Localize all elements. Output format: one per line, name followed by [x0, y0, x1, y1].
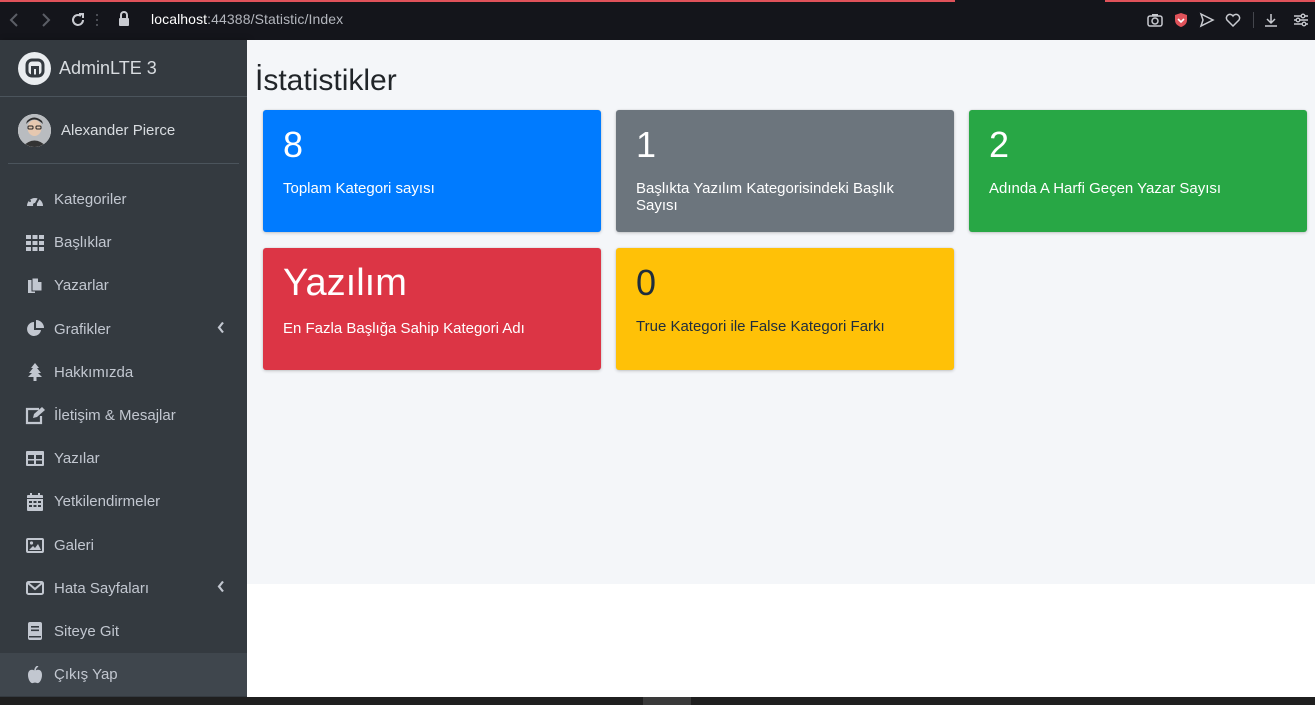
calendar-icon — [24, 492, 46, 512]
lock-icon[interactable] — [118, 11, 134, 29]
shield-icon[interactable] — [1172, 11, 1190, 29]
sidebar-item-iletisim[interactable]: İletişim & Mesajlar — [0, 394, 247, 437]
stat-box-category-diff: 0 True Kategori ile False Kategori Farkı — [616, 248, 954, 370]
stat-label: True Kategori ile False Kategori Farkı — [636, 317, 885, 335]
stat-box-top-category: Yazılım En Fazla Başlığa Sahip Kategori … — [263, 248, 601, 370]
content-footer-area — [247, 584, 1315, 697]
loading-indicator — [0, 0, 1315, 2]
back-icon[interactable] — [4, 10, 24, 30]
separator-dots — [92, 10, 102, 30]
book-icon — [24, 621, 46, 641]
reload-icon[interactable] — [68, 10, 88, 30]
sidebar-item-label: Siteye Git — [54, 622, 120, 640]
sidebar-item-yazarlar[interactable]: Yazarlar — [0, 264, 247, 307]
toolbar-divider — [1250, 11, 1256, 29]
apple-icon — [24, 665, 46, 685]
sidebar-item-label: Galeri — [54, 536, 95, 554]
settings-sliders-icon[interactable] — [1292, 11, 1310, 29]
sidebar-item-yazilar[interactable]: Yazılar — [0, 437, 247, 480]
sidebar-item-label: Yazılar — [54, 450, 100, 468]
page-title: İstatistikler — [255, 64, 397, 97]
brand-logo-icon — [18, 51, 51, 85]
envelope-icon — [24, 578, 46, 598]
avatar — [18, 113, 51, 147]
stat-label: Başlıkta Yazılım Kategorisindeki Başlık … — [636, 179, 894, 214]
stat-label: Adında A Harfi Geçen Yazar Sayısı — [989, 179, 1222, 197]
sidebar-item-label: Hakkımızda — [54, 363, 134, 381]
user-panel[interactable]: Alexander Pierce — [8, 97, 239, 164]
sidebar-item-label: Kategoriler — [54, 191, 127, 209]
pie-chart-icon — [24, 319, 46, 339]
brand-link[interactable]: AdminLTE 3 — [0, 40, 247, 97]
sidebar-item-grafikler[interactable]: Grafikler — [0, 308, 247, 351]
sidebar-menu: Kategoriler Başlıklar Yazarlar Grafikler — [0, 164, 247, 697]
stat-value: 8 — [283, 124, 304, 165]
tree-icon — [24, 362, 46, 382]
dashboard-icon — [24, 190, 46, 210]
sidebar-item-siteye-git[interactable]: Siteye Git — [0, 610, 247, 653]
sidebar-item-label: Grafikler — [54, 320, 111, 338]
sidebar-item-basliklar[interactable]: Başlıklar — [0, 221, 247, 264]
address-bar[interactable]: localhost:44388/Statistic/Index — [151, 11, 343, 27]
sidebar-item-hata-sayfalari[interactable]: Hata Sayfaları — [0, 567, 247, 610]
image-icon — [24, 535, 46, 555]
stat-value: 1 — [636, 124, 657, 165]
stat-label: Toplam Kategori sayısı — [283, 179, 435, 197]
stat-box-category-count: 8 Toplam Kategori sayısı — [263, 110, 601, 232]
sidebar: AdminLTE 3 Alexander Pierce Kategoriler — [0, 40, 247, 697]
camera-icon[interactable] — [1146, 11, 1164, 29]
edit-icon — [24, 406, 46, 426]
sidebar-item-label: Hata Sayfaları — [54, 579, 150, 597]
sidebar-item-label: İletişim & Mesajlar — [54, 407, 176, 425]
stat-value: Yazılım — [283, 262, 407, 304]
sidebar-item-label: Başlıklar — [54, 234, 112, 252]
user-name: Alexander Pierce — [61, 121, 176, 139]
sidebar-item-galeri[interactable]: Galeri — [0, 524, 247, 567]
chevron-left-icon — [217, 321, 225, 338]
sidebar-item-yetkilendirmeler[interactable]: Yetkilendirmeler — [0, 480, 247, 523]
stat-box-author-count: 2 Adında A Harfi Geçen Yazar Sayısı — [969, 110, 1307, 232]
sidebar-item-label: Yetkilendirmeler — [54, 493, 161, 511]
browser-toolbar: localhost:44388/Statistic/Index — [0, 0, 1315, 40]
chevron-left-icon — [217, 580, 225, 597]
download-icon[interactable] — [1262, 11, 1280, 29]
table-icon — [24, 449, 46, 469]
os-taskbar — [0, 697, 1315, 705]
stat-value: 0 — [636, 262, 657, 303]
sidebar-item-kategoriler[interactable]: Kategoriler — [0, 178, 247, 221]
stat-value: 2 — [989, 124, 1010, 165]
grid-icon — [24, 233, 46, 253]
send-icon[interactable] — [1198, 11, 1216, 29]
sidebar-item-hakkimizda[interactable]: Hakkımızda — [0, 351, 247, 394]
sidebar-item-label: Çıkış Yap — [54, 666, 118, 684]
sidebar-item-cikis-yap[interactable]: Çıkış Yap — [0, 653, 247, 697]
copy-icon — [24, 276, 46, 296]
content-wrapper: İstatistikler 8 Toplam Kategori sayısı 1… — [247, 40, 1315, 584]
heart-icon[interactable] — [1224, 11, 1242, 29]
stat-label: En Fazla Başlığa Sahip Kategori Adı — [283, 319, 525, 337]
brand-name: AdminLTE 3 — [59, 57, 157, 78]
forward-icon[interactable] — [36, 10, 56, 30]
stat-box-title-count: 1 Başlıkta Yazılım Kategorisindeki Başlı… — [616, 110, 954, 232]
sidebar-item-label: Yazarlar — [54, 277, 109, 295]
